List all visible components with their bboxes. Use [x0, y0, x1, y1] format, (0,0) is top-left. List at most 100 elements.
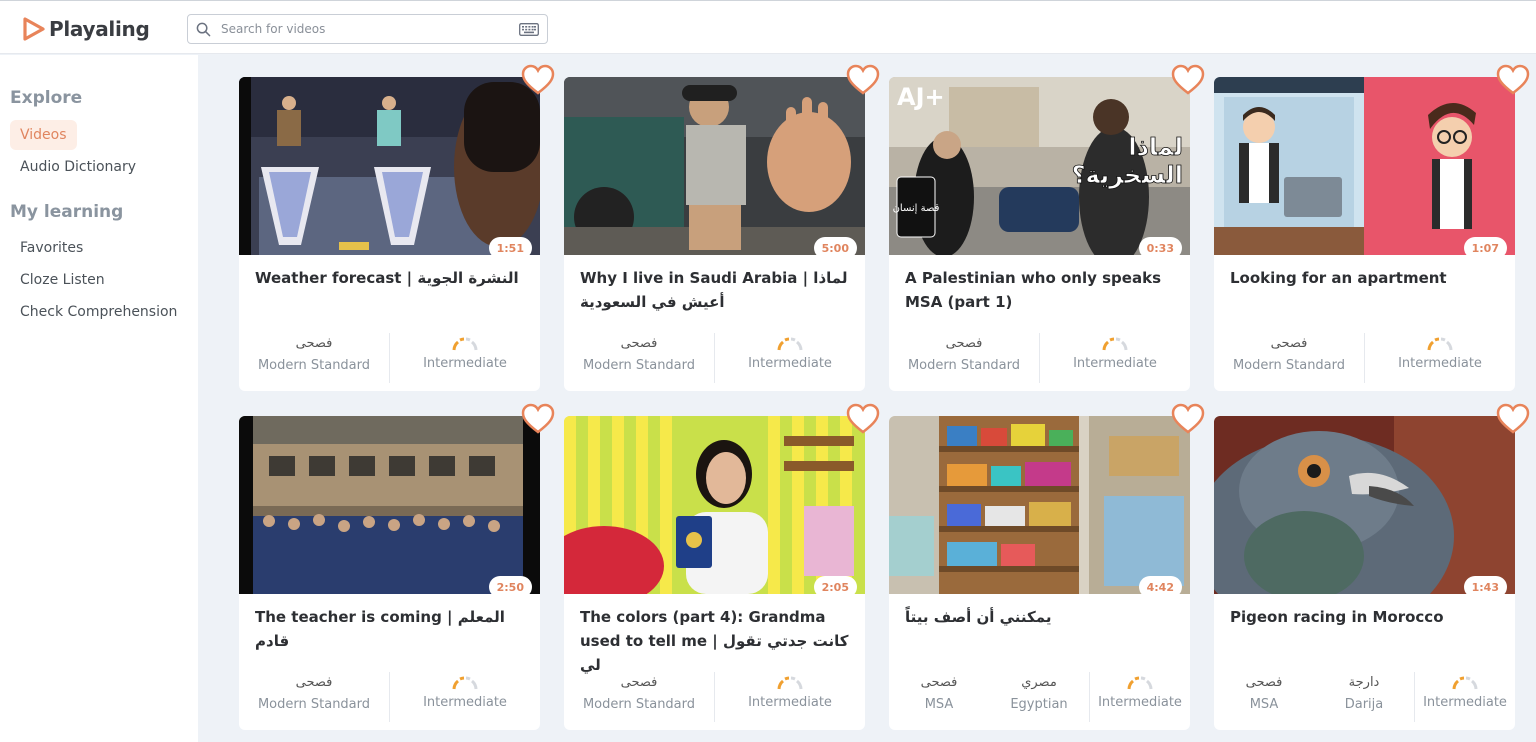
level-gauge-icon — [1127, 676, 1153, 690]
dialect-english: Darija — [1344, 697, 1384, 712]
duration-badge: 5:00 — [813, 237, 857, 259]
favorite-heart-icon[interactable] — [1496, 64, 1530, 96]
dialect-arabic: مصري — [1021, 675, 1057, 690]
video-thumbnail[interactable]: AJ+ قصة إنسان لماذا السخرية؟ — [889, 77, 1190, 255]
dialect-arabic: فصحى — [1245, 675, 1283, 690]
video-title[interactable]: Why I live in Saudi Arabia | لماذا أعيش … — [580, 266, 852, 314]
duration-badge: 4:42 — [1138, 576, 1182, 598]
favorite-heart-icon[interactable] — [521, 64, 555, 96]
dialect-info: فصحى MSA — [889, 672, 989, 722]
sidebar-item-audio-dictionary[interactable]: Audio Dictionary — [10, 152, 146, 182]
sidebar-item-check-comprehension[interactable]: Check Comprehension — [10, 297, 187, 327]
video-meta: فصحى MSA مصري Egyptian Intermediate — [889, 672, 1190, 722]
dialect-arabic: فصحى — [295, 675, 333, 690]
dialect-arabic: فصحى — [945, 336, 983, 351]
favorite-heart-icon[interactable] — [1171, 403, 1205, 435]
sidebar-item-cloze-listen[interactable]: Cloze Listen — [10, 265, 115, 295]
app-name: Playaling — [49, 17, 150, 41]
dialect-arabic: دارجة — [1348, 675, 1380, 690]
search-input[interactable] — [221, 19, 491, 39]
level-gauge-icon — [777, 676, 803, 690]
channel-logo: AJ+ — [897, 83, 945, 111]
duration-badge: 2:50 — [488, 576, 532, 598]
duration-badge: 2:05 — [813, 576, 857, 598]
level-label: Intermediate — [1398, 356, 1482, 371]
video-card[interactable]: AJ+ قصة إنسان لماذا السخرية؟ 0:33 A Pale… — [889, 77, 1190, 391]
video-title[interactable]: Looking for an apartment — [1230, 266, 1502, 290]
my-learning-heading: My learning — [10, 202, 124, 222]
video-thumbnail[interactable] — [889, 416, 1190, 594]
level-label: Intermediate — [1073, 356, 1157, 371]
video-thumbnail[interactable] — [1214, 416, 1515, 594]
dialect-info: فصحى Modern Standard — [239, 333, 389, 383]
dialect-english: Modern Standard — [257, 697, 371, 712]
duration-badge: 1:07 — [1463, 237, 1507, 259]
dialect-info: فصحى Modern Standard — [889, 333, 1039, 383]
level-label: Intermediate — [748, 695, 832, 710]
top-header: Playaling — [0, 0, 1536, 54]
video-card[interactable]: 1:07 Looking for an apartment فصحى Moder… — [1214, 77, 1515, 391]
keyboard-icon[interactable] — [519, 23, 539, 36]
duration-badge: 0:33 — [1138, 237, 1182, 259]
dialect-info: فصحى Modern Standard — [1214, 333, 1364, 383]
dialect-english: Modern Standard — [907, 358, 1021, 373]
shelves-room-thumbnail — [889, 416, 1190, 594]
saudi-boy-thumbnail — [564, 77, 865, 255]
favorite-heart-icon[interactable] — [1496, 403, 1530, 435]
level-info: Intermediate — [1039, 333, 1190, 383]
sidebar-item-videos[interactable]: Videos — [10, 120, 77, 150]
dialect-english: Modern Standard — [582, 697, 696, 712]
favorite-heart-icon[interactable] — [846, 64, 880, 96]
dialect-english: MSA — [1249, 697, 1279, 712]
badge-text: قصة إنسان — [893, 203, 940, 214]
playaling-logo[interactable]: Playaling — [22, 15, 150, 43]
favorite-heart-icon[interactable] — [1171, 64, 1205, 96]
dialect-info: فصحى Modern Standard — [564, 333, 714, 383]
level-info: Intermediate — [1364, 333, 1515, 383]
video-thumbnail[interactable] — [1214, 77, 1515, 255]
overlay-text: لماذا — [1128, 133, 1183, 161]
dialect-english: Modern Standard — [582, 358, 696, 373]
dialect-english: Egyptian — [1010, 697, 1068, 712]
level-gauge-icon — [452, 337, 478, 351]
duration-badge: 1:43 — [1463, 576, 1507, 598]
play-logo-icon — [23, 17, 45, 41]
video-title[interactable]: Weather forecast | النشرة الجوية — [255, 266, 527, 290]
video-meta: فصحى MSA دارجة Darija Intermediate — [1214, 672, 1515, 722]
video-thumbnail[interactable] — [239, 77, 540, 255]
video-card[interactable]: 2:50 The teacher is coming | المعلم قادم… — [239, 416, 540, 730]
video-card[interactable]: 5:00 Why I live in Saudi Arabia | لماذا … — [564, 77, 865, 391]
video-thumbnail[interactable] — [564, 77, 865, 255]
dialect-info: فصحى Modern Standard — [239, 672, 389, 722]
video-card[interactable]: 4:42 يمكنني أن أصف بيتاً فصحى MSA مصري E… — [889, 416, 1190, 730]
favorite-heart-icon[interactable] — [521, 403, 555, 435]
video-card[interactable]: 2:05 The colors (part 4): Grandma used t… — [564, 416, 865, 730]
dialect-english: Modern Standard — [1232, 358, 1346, 373]
level-label: Intermediate — [1423, 695, 1507, 710]
level-info: Intermediate — [389, 672, 540, 722]
level-info: Intermediate — [1414, 672, 1515, 722]
video-title[interactable]: يمكنني أن أصف بيتاً — [905, 605, 1177, 629]
video-title[interactable]: The colors (part 4): Grandma used to tel… — [580, 605, 852, 677]
video-card[interactable]: 1:43 Pigeon racing in Morocco فصحى MSA د… — [1214, 416, 1515, 730]
video-meta: فصحى Modern Standard Intermediate — [1214, 333, 1515, 383]
overlay-text: السخرية؟ — [1072, 161, 1183, 189]
video-title[interactable]: Pigeon racing in Morocco — [1230, 605, 1502, 629]
dialect-arabic: فصحى — [920, 675, 958, 690]
video-thumbnail[interactable] — [239, 416, 540, 594]
dialect-english: Modern Standard — [257, 358, 371, 373]
level-gauge-icon — [777, 337, 803, 351]
level-label: Intermediate — [423, 695, 507, 710]
search-bar[interactable] — [187, 14, 548, 44]
video-title[interactable]: A Palestinian who only speaks MSA (part … — [905, 266, 1177, 314]
dialect-arabic: فصحى — [620, 336, 658, 351]
level-label: Intermediate — [423, 356, 507, 371]
video-card[interactable]: 1:51 Weather forecast | النشرة الجوية فص… — [239, 77, 540, 391]
sidebar: Explore Videos Audio Dictionary My learn… — [0, 55, 198, 742]
favorite-heart-icon[interactable] — [846, 403, 880, 435]
video-title[interactable]: The teacher is coming | المعلم قادم — [255, 605, 527, 653]
video-thumbnail[interactable] — [564, 416, 865, 594]
video-meta: فصحى Modern Standard Intermediate — [889, 333, 1190, 383]
level-info: Intermediate — [389, 333, 540, 383]
sidebar-item-favorites[interactable]: Favorites — [10, 233, 93, 263]
